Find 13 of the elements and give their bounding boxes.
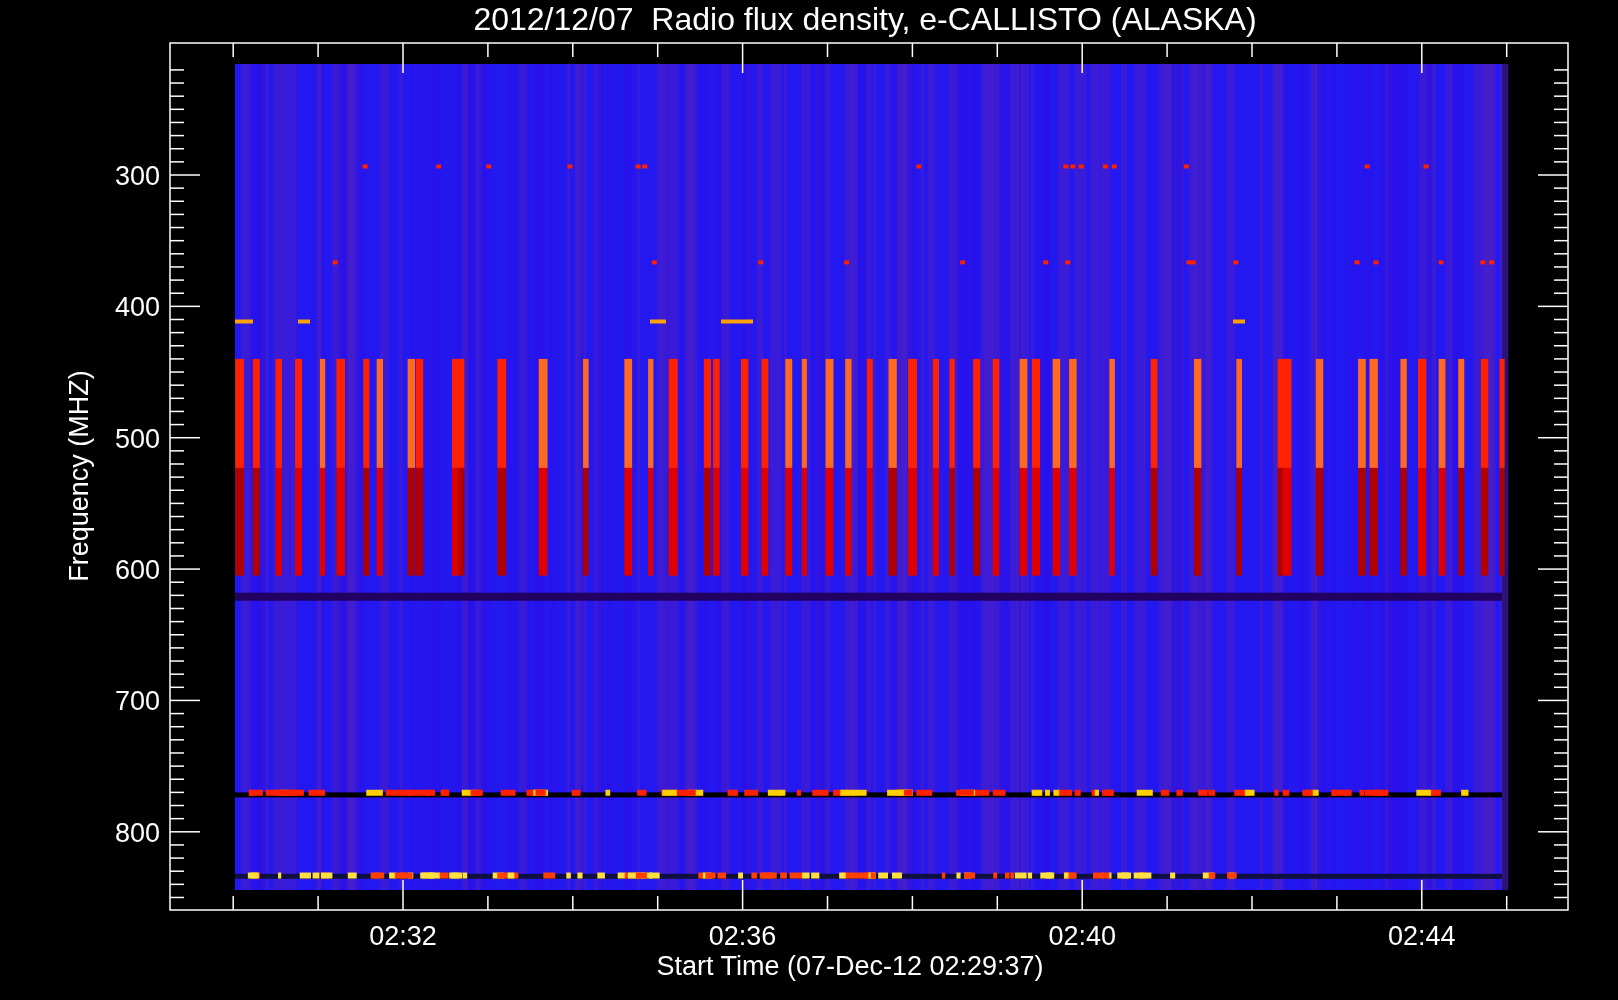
plot-title: 2012/12/07 Radio flux density, e-CALLISTO (ALASKA): [473, 1, 1257, 37]
x-tick-label: 02:36: [708, 921, 777, 951]
y-tick-label: 800: [114, 817, 160, 848]
x-tick-label: 02:44: [1388, 921, 1456, 951]
x-tick-label: 02:40: [1048, 921, 1116, 951]
x-axis-label: Start Time (07-Dec-12 02:29:37): [656, 951, 1044, 981]
y-tick-label: 400: [114, 292, 160, 323]
y-tick-label: 700: [114, 686, 160, 717]
x-tick-label: 02:32: [369, 921, 437, 951]
y-tick-label: 300: [114, 161, 160, 191]
y-axis-label: Frequency (MHZ): [64, 370, 94, 582]
y-tick-label: 600: [114, 555, 160, 586]
y-tick-label: 500: [114, 423, 160, 454]
